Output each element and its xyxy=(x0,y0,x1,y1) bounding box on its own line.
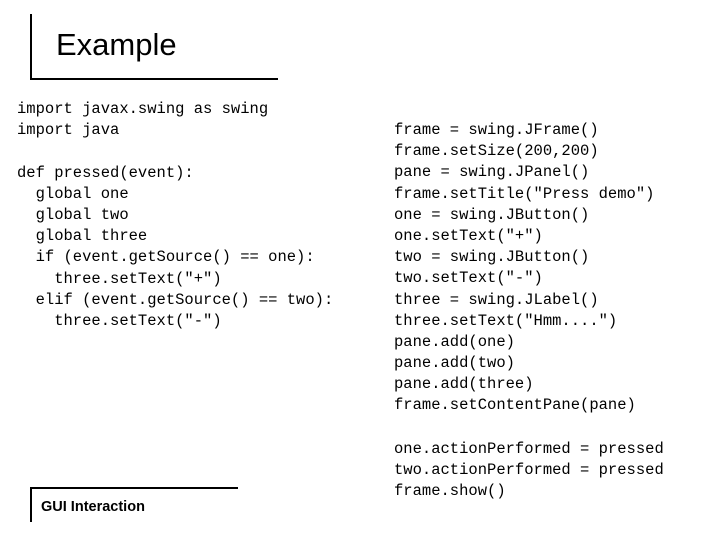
code-block-right-bottom: one.actionPerformed = pressed two.actionP… xyxy=(394,439,664,503)
code-line: pane.add(two) xyxy=(394,354,515,373)
code-line: frame.setSize(200,200) xyxy=(394,142,599,161)
code-line: frame.setContentPane(pane) xyxy=(394,396,636,415)
caption-vertical-rule xyxy=(30,487,32,522)
code-line: two = swing.JButton() xyxy=(394,248,590,267)
code-line: frame = swing.JFrame() xyxy=(394,121,599,139)
code-line: two.setText("-") xyxy=(394,269,543,288)
code-block-left: import javax.swing as swing import java d… xyxy=(17,99,333,332)
code-line: pane.add(three) xyxy=(394,375,534,394)
code-line: global one xyxy=(17,184,129,203)
code-line: three.setText("Hmm....") xyxy=(394,311,618,330)
caption-label: GUI Interaction xyxy=(41,499,145,515)
code-block-right-top: frame = swing.JFrame() frame.setSize(200,… xyxy=(394,120,654,417)
code-line: one = swing.JButton() xyxy=(394,205,590,224)
code-line: three = swing.JLabel() xyxy=(394,290,599,309)
code-line: three.setText("+") xyxy=(17,269,222,288)
code-line: pane = swing.JPanel() xyxy=(394,163,590,182)
slide: Example import javax.swing as swing impor… xyxy=(0,0,720,540)
code-line: one.setText("+") xyxy=(394,226,543,245)
code-line: frame.show() xyxy=(394,482,506,501)
code-line: if (event.getSource() == one): xyxy=(17,248,315,267)
title-vertical-rule xyxy=(30,14,32,78)
code-line: one.actionPerformed = pressed xyxy=(394,440,664,458)
code-line: elif (event.getSource() == two): xyxy=(17,290,334,309)
code-line: import java xyxy=(17,121,120,140)
code-line: pane.add(one) xyxy=(394,332,515,351)
code-line: def pressed(event): xyxy=(17,163,194,182)
title-horizontal-rule xyxy=(30,78,278,80)
page-title: Example xyxy=(56,27,177,62)
code-line: two.actionPerformed = pressed xyxy=(394,461,664,480)
caption-horizontal-rule xyxy=(30,487,238,489)
code-line: frame.setTitle("Press demo") xyxy=(394,184,655,203)
code-line: global three xyxy=(17,227,148,246)
code-line: three.setText("-") xyxy=(17,311,222,330)
code-line: import javax.swing as swing xyxy=(17,100,269,118)
code-line: global two xyxy=(17,205,129,224)
